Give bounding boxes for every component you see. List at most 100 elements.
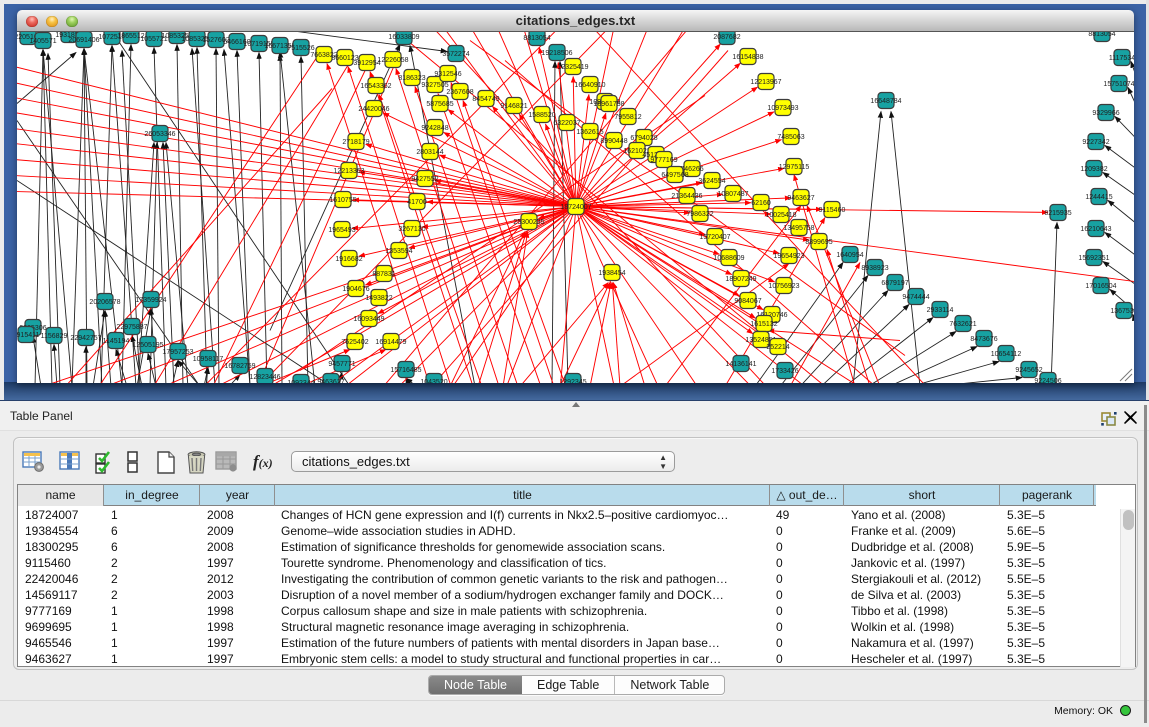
svg-text:6879197: 6879197 — [881, 280, 908, 287]
svg-text:8899695: 8899695 — [805, 239, 832, 246]
svg-text:15692351: 15692351 — [1078, 255, 1109, 262]
svg-text:17016504: 17016504 — [1085, 283, 1116, 290]
svg-text:1092344: 1092344 — [287, 380, 314, 383]
svg-text:16914479: 16914479 — [375, 339, 406, 346]
svg-text:8186323: 8186323 — [398, 75, 425, 82]
svg-text:2087682: 2087682 — [713, 34, 740, 41]
svg-text:16093449: 16093449 — [353, 316, 384, 323]
svg-text:1938454: 1938454 — [598, 270, 625, 277]
svg-text:12325419: 12325419 — [557, 64, 588, 71]
svg-text:12213967: 12213967 — [750, 79, 781, 86]
svg-text:16033809: 16033809 — [388, 34, 419, 41]
svg-text:9312546: 9312546 — [434, 71, 461, 78]
svg-text:1493822: 1493822 — [365, 295, 392, 302]
svg-text:7986322: 7986322 — [686, 211, 713, 218]
svg-text:18907249: 18907249 — [725, 276, 756, 283]
svg-text:16648784: 16648784 — [870, 98, 901, 105]
svg-text:9329966: 9329966 — [1092, 110, 1119, 117]
svg-text:1292345: 1292345 — [559, 379, 586, 383]
svg-text:16154838: 16154838 — [732, 54, 763, 61]
svg-text:1156829: 1156829 — [41, 333, 68, 340]
svg-text:1145194: 1145194 — [103, 338, 130, 345]
svg-text:12226058: 12226058 — [377, 57, 408, 64]
svg-text:10654112: 10654112 — [991, 351, 1022, 358]
svg-text:8473676: 8473676 — [970, 336, 997, 343]
svg-text:12505195: 12505195 — [132, 342, 163, 349]
svg-text:1209382: 1209382 — [1080, 166, 1107, 173]
svg-text:1367534: 1367534 — [1110, 308, 1134, 315]
svg-text:1904676: 1904676 — [342, 286, 369, 293]
svg-text:252214: 252214 — [766, 344, 789, 351]
svg-text:2933114: 2933114 — [927, 307, 954, 314]
svg-text:8215935: 8215935 — [1044, 210, 1071, 217]
svg-text:9463627: 9463627 — [787, 195, 814, 202]
svg-text:15751074: 15751074 — [1103, 81, 1134, 88]
svg-text:1405571: 1405571 — [29, 38, 56, 45]
svg-text:14136141: 14136141 — [725, 361, 756, 368]
svg-text:9227342: 9227342 — [1082, 139, 1109, 146]
svg-text:16640910: 16640910 — [574, 82, 605, 89]
svg-text:1362615: 1362615 — [576, 129, 603, 136]
svg-text:18724007: 18724007 — [560, 204, 591, 211]
svg-text:21364436: 21364436 — [671, 193, 702, 200]
svg-text:6497568: 6497568 — [661, 172, 688, 179]
svg-text:7485063: 7485063 — [777, 134, 804, 141]
svg-text:16961758: 16961758 — [593, 101, 624, 108]
svg-text:8454749: 8454749 — [472, 96, 499, 103]
svg-text:2803144: 2803144 — [416, 149, 443, 156]
svg-text:10025418: 10025418 — [765, 212, 796, 219]
svg-text:3572274: 3572274 — [442, 51, 469, 58]
svg-text:9224506: 9224506 — [1034, 378, 1061, 383]
svg-text:22942757: 22942757 — [70, 335, 101, 342]
svg-text:1615132: 1615132 — [750, 321, 777, 328]
svg-text:17957253: 17957253 — [162, 349, 193, 356]
svg-text:1733426: 1733426 — [771, 368, 798, 375]
svg-text:9242848: 9242848 — [421, 125, 448, 132]
svg-text:2718179: 2718179 — [342, 139, 369, 146]
svg-text:1965493: 1965493 — [328, 227, 355, 234]
svg-text:7515526: 7515526 — [287, 45, 314, 52]
svg-text:1244415: 1244415 — [1085, 194, 1112, 201]
svg-text:9115460: 9115460 — [819, 207, 846, 214]
svg-text:12975115: 12975115 — [779, 164, 810, 171]
svg-text:12213363: 12213363 — [333, 168, 364, 175]
svg-text:7955812: 7955812 — [614, 114, 641, 121]
svg-text:16210643: 16210643 — [1080, 226, 1111, 233]
svg-text:8938923: 8938923 — [861, 265, 888, 272]
svg-text:8813054: 8813054 — [523, 35, 550, 42]
svg-text:8813054: 8813054 — [1088, 32, 1115, 38]
svg-text:3915411: 3915411 — [17, 332, 39, 339]
svg-text:10807487: 10807487 — [717, 191, 748, 198]
svg-text:8990448: 8990448 — [600, 138, 627, 145]
svg-text:15720407: 15720407 — [699, 234, 730, 241]
svg-text:1353594: 1353594 — [385, 248, 412, 255]
svg-text:1610755: 1610755 — [329, 197, 356, 204]
svg-text:10958117: 10958117 — [193, 356, 224, 363]
svg-text:1043520: 1043520 — [420, 379, 447, 383]
svg-text:19218506: 19218506 — [541, 50, 572, 57]
svg-text:22975887: 22975887 — [116, 324, 147, 331]
svg-text:26053346: 26053346 — [144, 131, 175, 138]
svg-text:9777169: 9777169 — [650, 157, 677, 164]
svg-text:9463627: 9463627 — [317, 379, 344, 383]
svg-text:9245652: 9245652 — [1015, 367, 1042, 374]
svg-text:9146821: 9146821 — [500, 103, 527, 110]
svg-text:2367608: 2367608 — [446, 89, 473, 96]
svg-text:7632621: 7632621 — [949, 321, 976, 328]
svg-text:6794028: 6794028 — [630, 135, 657, 142]
svg-text:1916682: 1916682 — [335, 256, 362, 263]
svg-text:3267130: 3267130 — [398, 226, 425, 233]
svg-text:62160: 62160 — [751, 200, 771, 207]
svg-text:3624554: 3624554 — [698, 178, 725, 185]
svg-text:9474444: 9474444 — [902, 294, 929, 301]
svg-text:19654923: 19654923 — [773, 253, 804, 260]
svg-text:1588520: 1588520 — [528, 112, 555, 119]
svg-text:10688609: 10688609 — [713, 255, 744, 262]
svg-text:41700: 41700 — [407, 199, 427, 206]
svg-text:9457771: 9457771 — [328, 361, 355, 368]
svg-text:17359924: 17359924 — [135, 297, 166, 304]
svg-text:7625402: 7625402 — [341, 339, 368, 346]
svg-text:24420046: 24420046 — [358, 106, 389, 113]
svg-text:9084067: 9084067 — [734, 298, 761, 305]
svg-text:12823446: 12823446 — [249, 374, 280, 381]
